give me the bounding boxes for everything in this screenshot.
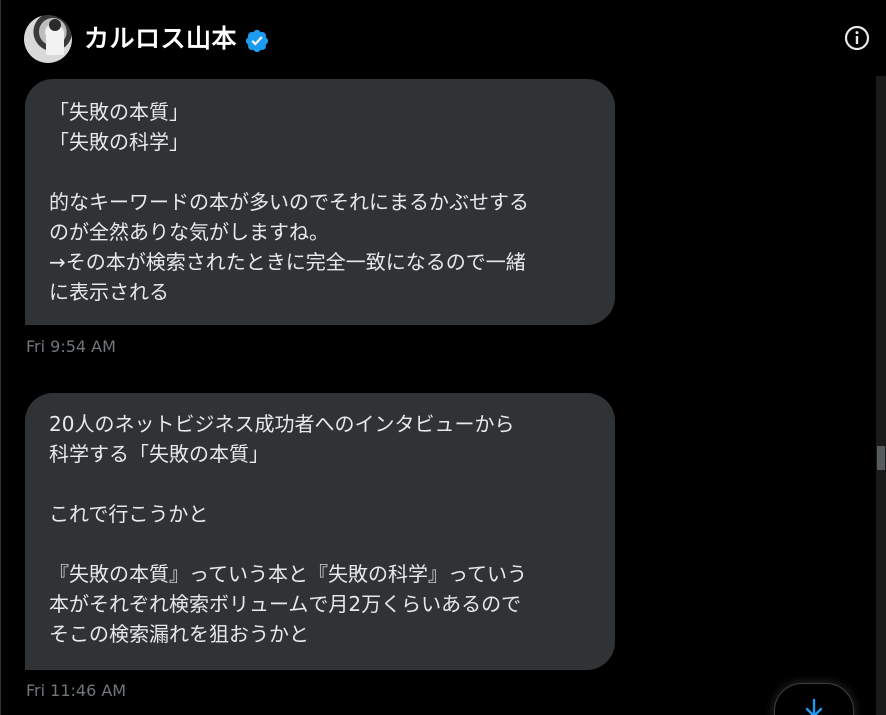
message-line: 「失敗の科学」	[49, 130, 189, 154]
verified-badge-icon	[245, 29, 269, 53]
message-line: これで行こうかと	[49, 502, 209, 526]
message-line: →その本が検索されたときに完全一致になるので一緒	[49, 250, 526, 274]
message-bubble[interactable]: 「失敗の本質」 「失敗の科学」 的なキーワードの本が多いのでそれにまるかぶせする…	[25, 79, 615, 325]
scroll-to-bottom-button[interactable]	[774, 683, 854, 715]
conversation-header: カルロス山本	[0, 0, 886, 76]
message-bubble[interactable]: 20人のネットビジネス成功者へのインタビューから 科学する「失敗の本質」 これで…	[25, 393, 615, 670]
message-line: のが全然ありな気がしますね。	[49, 220, 329, 244]
message-line: に表示される	[49, 280, 169, 304]
message-line: そこの検索漏れを狙おうかと	[49, 622, 309, 646]
message-line	[49, 469, 591, 499]
message-line: 20人のネットビジネス成功者へのインタビューから	[49, 412, 515, 436]
contact-name[interactable]: カルロス山本	[84, 22, 237, 56]
avatar[interactable]	[24, 15, 72, 63]
dm-conversation: カルロス山本 「失敗の本質」 「失敗の科学」 的なキーワードの本が多いのでそれに…	[0, 0, 886, 715]
info-icon[interactable]	[844, 25, 870, 51]
avatar-head	[49, 19, 61, 31]
message-line: 科学する「失敗の本質」	[49, 442, 269, 466]
message-line: 本がそれぞれ検索ボリュームで月2万くらいあるので	[49, 592, 522, 616]
arrow-down-icon	[805, 698, 823, 715]
scrollbar-thumb[interactable]	[877, 446, 885, 470]
message-timestamp: Fri 9:54 AM	[26, 337, 116, 356]
message-line: 的なキーワードの本が多いのでそれにまるかぶせする	[49, 190, 529, 214]
scrollbar[interactable]	[876, 76, 886, 715]
message-timestamp: Fri 11:46 AM	[26, 681, 127, 700]
column-divider	[0, 0, 1, 715]
message-line	[49, 529, 591, 559]
message-line	[49, 157, 591, 187]
message-line: 『失敗の本質』っていう本と『失敗の科学』っていう	[49, 562, 527, 586]
message-line: 「失敗の本質」	[49, 100, 189, 124]
